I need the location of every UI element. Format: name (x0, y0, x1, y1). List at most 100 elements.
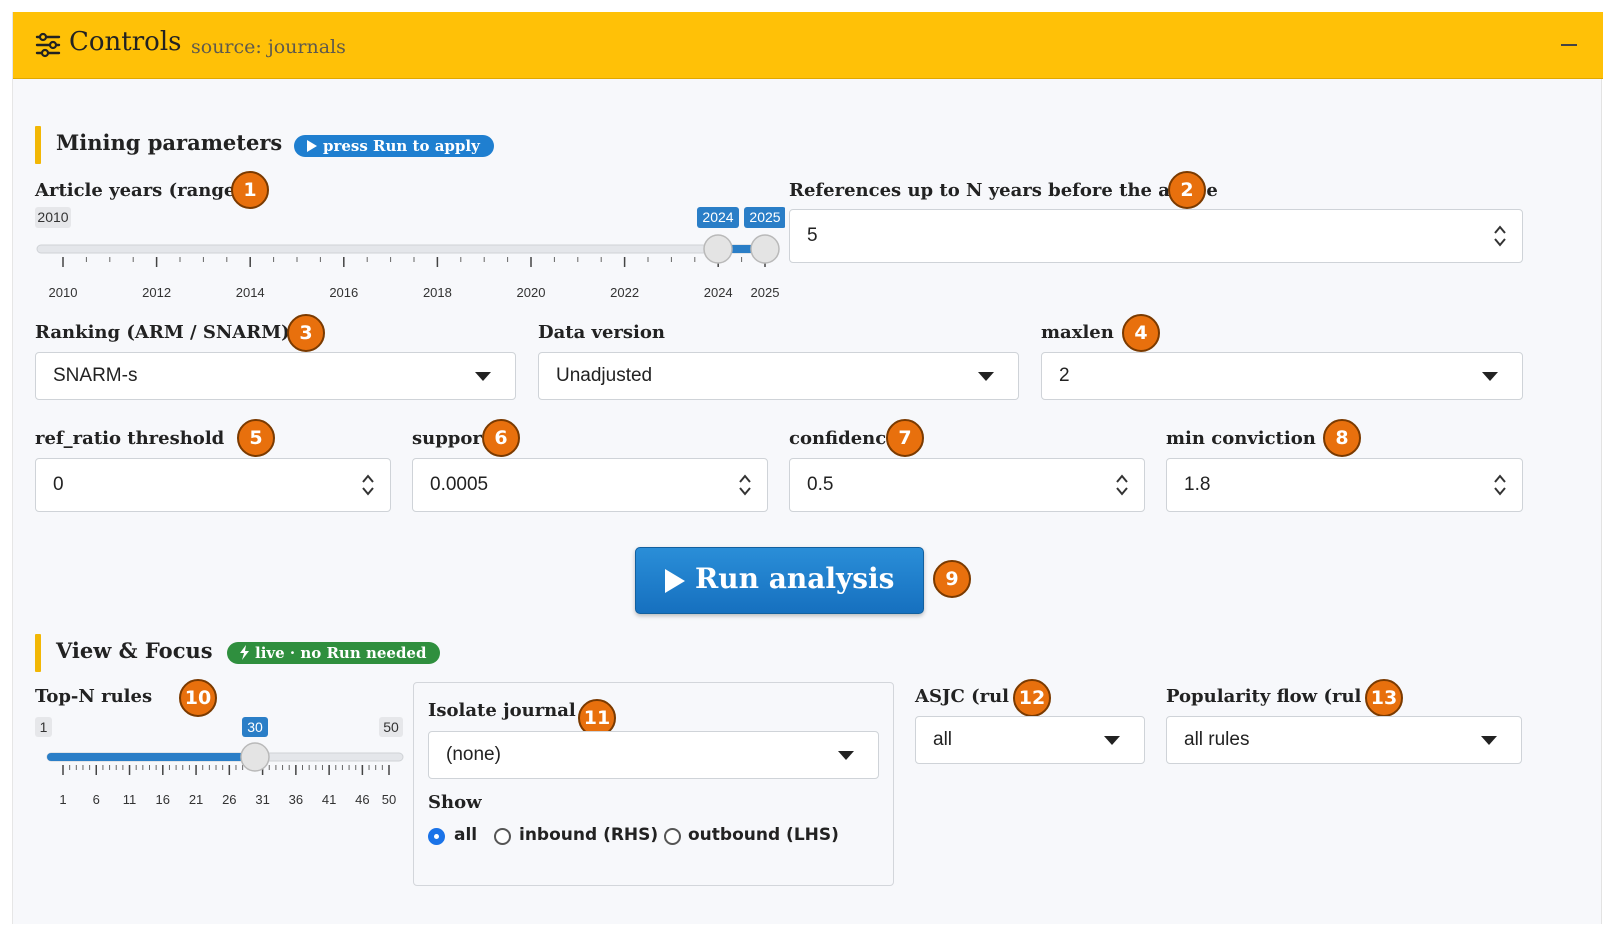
spinner-icon[interactable] (1114, 471, 1130, 499)
tick-label: 2018 (423, 285, 452, 297)
sliders-icon (35, 32, 61, 58)
spinner-icon[interactable] (1492, 222, 1508, 250)
slider-handle-from[interactable] (703, 234, 733, 264)
spinner-icon[interactable] (360, 471, 376, 499)
topn-ticks: 1 6 11 16 21 26 31 36 41 46 50 (59, 765, 396, 804)
tick-label: 2025 (751, 285, 780, 297)
radio-outbound[interactable] (664, 828, 681, 845)
tick-label: 41 (322, 792, 336, 804)
radio-all[interactable] (428, 828, 445, 845)
bolt-icon (240, 645, 249, 660)
references-label-part1: References up to N years before the ar (789, 180, 1180, 201)
min-conviction-value: 1.8 (1184, 474, 1211, 495)
data-version-select[interactable]: Unadjusted (538, 352, 1019, 400)
badge-1: 1 (231, 171, 269, 209)
topn-handle[interactable] (240, 742, 270, 772)
chevron-down-icon (1482, 372, 1498, 381)
references-years-input[interactable]: 5 (789, 209, 1523, 263)
show-label: Show (428, 792, 482, 813)
live-pill: live · no Run needed (227, 642, 441, 664)
tick-label: 26 (222, 792, 236, 804)
tick-label: 6 (93, 792, 100, 804)
ranking-select[interactable]: SNARM-s (35, 352, 516, 400)
spinner-icon[interactable] (1492, 471, 1508, 499)
slider-track[interactable] (36, 244, 764, 254)
isolate-journal-select[interactable]: (none) (428, 731, 879, 779)
asjc-select[interactable]: all (915, 716, 1145, 764)
badge-7: 7 (886, 419, 924, 457)
tick-label: 1 (59, 792, 66, 804)
topn-value-label: 30 (247, 719, 263, 735)
badge-2: 2 (1168, 171, 1206, 209)
badge-5: 5 (237, 419, 275, 457)
play-icon (307, 140, 317, 152)
confidence-label: confidenc (789, 428, 887, 449)
asjc-label: ASJC (rul (915, 686, 1009, 707)
badge-6: 6 (482, 419, 520, 457)
tick-label: 2016 (329, 285, 358, 297)
chevron-down-icon (1481, 736, 1497, 745)
badge-13: 13 (1365, 679, 1403, 717)
article-years-slider[interactable]: 2010 2024 2025 2010 2012 2014 2016 2018 2020 2… (25, 207, 785, 297)
maxlen-value: 2 (1059, 365, 1070, 386)
tick-label: 31 (255, 792, 269, 804)
badge-3: 3 (287, 314, 325, 352)
radio-inbound[interactable] (494, 828, 511, 845)
support-label: suppor (412, 428, 482, 449)
tick-label: 2012 (142, 285, 171, 297)
tick-label: 2022 (610, 285, 639, 297)
topn-slider[interactable]: 1 30 50 1 6 11 16 21 26 31 36 41 46 50 (25, 714, 405, 804)
isolate-journal-panel: Isolate journal 11 (none) Show all inbou… (413, 682, 894, 886)
support-value: 0.0005 (430, 474, 489, 495)
data-version-value: Unadjusted (556, 365, 653, 386)
chevron-down-icon (1104, 736, 1120, 745)
play-icon (665, 569, 685, 593)
ranking-select-value: SNARM-s (53, 365, 138, 386)
min-conviction-label: min conviction (1166, 428, 1316, 449)
ref-ratio-label: ref_ratio threshold (35, 428, 225, 449)
confidence-value: 0.5 (807, 474, 834, 495)
radio-inbound-label[interactable]: inbound (RHS) (519, 825, 658, 845)
tick-label: 21 (189, 792, 203, 804)
min-conviction-input[interactable]: 1.8 (1166, 458, 1523, 512)
run-analysis-button[interactable]: Run analysis (635, 547, 924, 614)
popularity-value: all rules (1184, 729, 1250, 750)
popularity-label: Popularity flow (rul (1166, 686, 1362, 707)
tick-label: 2024 (704, 285, 733, 297)
press-run-pill-text: press Run to apply (323, 137, 480, 155)
topn-min-label: 1 (40, 719, 48, 735)
badge-8: 8 (1323, 419, 1361, 457)
article-years-label: Article years (range (35, 180, 236, 201)
radio-all-label[interactable]: all (454, 825, 477, 845)
maxlen-select[interactable]: 2 (1041, 352, 1523, 400)
collapse-icon[interactable] (1561, 44, 1577, 46)
section-title-mining: Mining parameters (56, 130, 283, 155)
maxlen-label: maxlen (1041, 322, 1114, 343)
slider-min-label: 2010 (37, 209, 68, 225)
tick-label: 11 (123, 792, 137, 804)
badge-9: 9 (933, 560, 971, 598)
section-accent-bar (35, 126, 41, 164)
references-label-part2: e (1206, 180, 1218, 201)
tick-label: 46 (355, 792, 369, 804)
section-title-view: View & Focus (56, 638, 213, 663)
ranking-label: Ranking (ARM / SNARM) (35, 322, 290, 343)
controls-header[interactable]: Controls source: journals (13, 12, 1603, 79)
support-input[interactable]: 0.0005 (412, 458, 768, 512)
tick-label: 36 (289, 792, 303, 804)
asjc-value: all (933, 729, 953, 750)
tick-label: 2010 (49, 285, 78, 297)
badge-10: 10 (179, 679, 217, 717)
spinner-icon[interactable] (737, 471, 753, 499)
run-analysis-label: Run analysis (695, 562, 895, 595)
radio-outbound-label[interactable]: outbound (LHS) (688, 825, 839, 845)
tick-label: 2020 (517, 285, 546, 297)
ref-ratio-input[interactable]: 0 (35, 458, 391, 512)
topn-fill (47, 753, 255, 761)
confidence-input[interactable]: 0.5 (789, 458, 1145, 512)
popularity-select[interactable]: all rules (1166, 716, 1522, 764)
slider-ticks: 2010 2012 2014 2016 2018 2020 2022 2024 2025 (49, 257, 780, 297)
data-version-label: Data version (538, 322, 665, 343)
tick-label: 2014 (236, 285, 265, 297)
slider-handle-to[interactable] (750, 234, 780, 264)
